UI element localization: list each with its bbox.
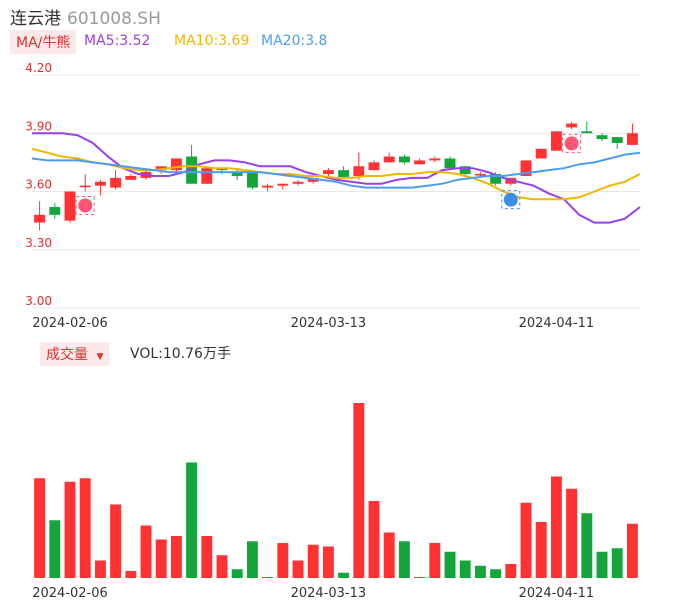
- y-tick-label: 3.00: [25, 294, 52, 308]
- volume-bar: [49, 520, 61, 578]
- volume-bar: [94, 560, 106, 578]
- volume-bar: [520, 502, 532, 578]
- volume-bar: [79, 478, 91, 578]
- price-grid: [32, 74, 640, 309]
- candle-body: [398, 156, 410, 163]
- candle-body: [353, 166, 365, 176]
- x-tick-label: 2024-03-13: [291, 316, 367, 331]
- candle-body: [338, 170, 350, 178]
- bear-icon-disc: [503, 192, 518, 207]
- candle-body: [550, 131, 562, 151]
- volume-bar: [216, 555, 228, 578]
- moving-averages: [31, 132, 641, 224]
- volume-bar: [322, 546, 334, 578]
- volume-bar: [231, 569, 243, 578]
- bull-icon-disc: [564, 136, 579, 151]
- volume-bar: [353, 403, 365, 578]
- candle-body: [246, 172, 258, 188]
- candle-body: [262, 185, 274, 188]
- candle-body: [277, 183, 289, 186]
- x-tick-label: 2024-02-06: [32, 316, 108, 331]
- candle-body: [110, 177, 122, 188]
- bull-icon-disc: [78, 198, 93, 213]
- volume-bars: [34, 403, 638, 578]
- candle-body: [444, 158, 456, 169]
- volume-bar: [140, 525, 152, 578]
- volume-bar: [383, 532, 395, 578]
- volume-bar: [505, 564, 517, 578]
- volume-bar: [398, 541, 410, 578]
- candle-body: [429, 158, 441, 161]
- price-date-axis: 2024-02-06 2024-03-13 2024-04-11: [32, 316, 594, 331]
- bull-icon: [562, 133, 582, 153]
- candles: [34, 121, 638, 231]
- y-tick-label: 3.90: [25, 119, 52, 133]
- volume-date-axis: 2024-02-06 2024-03-13 2024-04-11: [32, 586, 594, 601]
- volume-bar: [110, 504, 122, 578]
- x-tick-label: 2024-04-11: [519, 316, 595, 331]
- volume-bar: [459, 560, 471, 578]
- candle-body: [125, 175, 137, 180]
- candlestick-chart: 4.20 3.90 3.60 3.30 3.00 2024-02-06 2024-03-1…: [25, 61, 641, 601]
- volume-bar: [170, 536, 182, 578]
- volume-bar: [566, 488, 578, 578]
- volume-bar: [535, 522, 547, 578]
- volume-bar: [429, 543, 441, 578]
- volume-bar: [246, 541, 258, 578]
- volume-bar: [186, 462, 198, 578]
- y-tick-label: 3.60: [25, 178, 52, 192]
- candle-body: [383, 156, 395, 163]
- ma20-line: [31, 151, 641, 189]
- volume-bar: [581, 513, 593, 578]
- x-tick-label: 2024-04-11: [519, 586, 595, 601]
- candle-body: [79, 185, 91, 188]
- volume-bar: [125, 571, 137, 578]
- y-tick-label: 3.30: [25, 236, 52, 250]
- candle-body: [596, 135, 608, 140]
- candle-body: [581, 131, 593, 134]
- candle-body: [474, 174, 486, 176]
- volume-bar: [64, 481, 76, 578]
- volume-bar: [490, 569, 502, 578]
- volume-bar: [262, 577, 274, 578]
- volume-bar: [474, 565, 486, 578]
- candle-body: [94, 181, 106, 186]
- candle-body: [414, 160, 426, 165]
- volume-bar: [155, 539, 167, 578]
- bear-icon: [501, 190, 521, 210]
- candle-body: [368, 162, 380, 171]
- candle-body: [626, 133, 638, 145]
- volume-bar: [596, 551, 608, 578]
- volume-bar: [338, 572, 350, 578]
- volume-bar: [611, 548, 623, 578]
- candle-body: [611, 137, 623, 143]
- volume-bar: [201, 536, 213, 578]
- price-axis: 4.20 3.90 3.60 3.30 3.00: [25, 61, 52, 308]
- volume-bar: [34, 478, 46, 578]
- y-tick-label: 4.20: [25, 61, 52, 75]
- candle-body: [535, 148, 547, 159]
- volume-bar: [550, 476, 562, 578]
- bull-icon: [75, 196, 95, 215]
- candle-body: [34, 214, 46, 223]
- candle-body: [292, 181, 304, 184]
- candle-body: [322, 170, 334, 175]
- volume-bar: [626, 523, 638, 578]
- volume-bar: [277, 543, 289, 578]
- candle-body: [566, 123, 578, 128]
- candle-body: [49, 207, 61, 215]
- volume-bar: [414, 577, 426, 578]
- volume-bar: [307, 544, 319, 578]
- volume-bar: [292, 560, 304, 578]
- candle-body: [64, 191, 76, 221]
- x-tick-label: 2024-02-06: [32, 586, 108, 601]
- volume-bar: [444, 551, 456, 578]
- volume-bar: [368, 501, 380, 578]
- candle-body: [201, 168, 213, 184]
- x-tick-label: 2024-03-13: [291, 586, 367, 601]
